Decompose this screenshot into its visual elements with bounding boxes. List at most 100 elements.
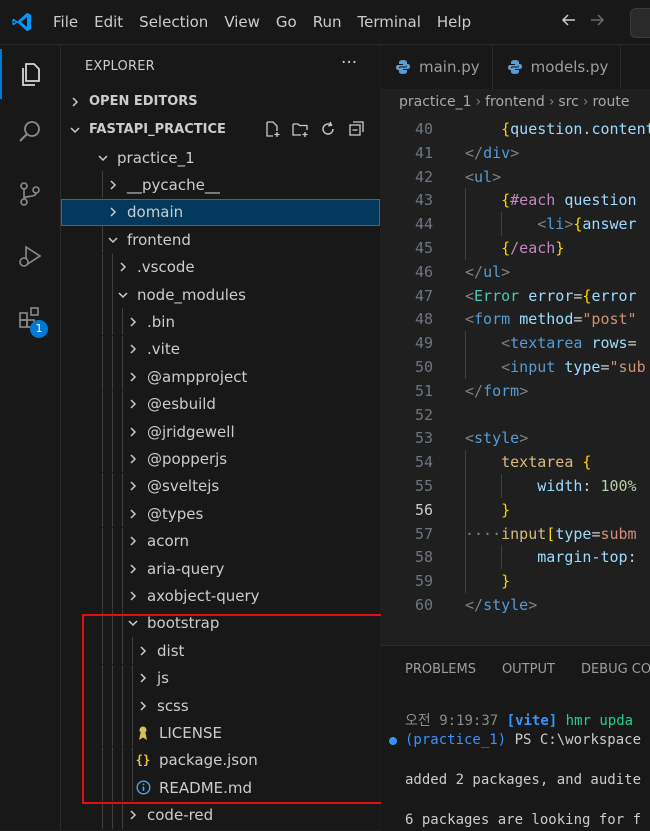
terminal-message: hmr upda	[565, 713, 634, 729]
tree-item[interactable]: @popperjs	[61, 445, 380, 473]
code-text: <ul>	[465, 167, 502, 186]
code-text: {question.content	[501, 120, 650, 138]
tree-item[interactable]: .vite	[61, 335, 380, 363]
tree-item[interactable]: @esbuild	[61, 390, 380, 418]
terminal-line: added 2 packages, and audite	[405, 772, 642, 788]
tree-item[interactable]: LICENSE	[61, 719, 380, 747]
tree-item[interactable]: @types	[61, 500, 380, 528]
refresh-icon[interactable]	[319, 120, 337, 142]
tree-item[interactable]: bootstrap	[61, 609, 380, 637]
tree-item-label: @popperjs	[147, 449, 228, 468]
forward-arrow-icon[interactable]	[588, 11, 606, 33]
tree-item[interactable]: .vscode	[61, 253, 380, 281]
tree-item[interactable]: dist	[61, 637, 380, 665]
tab-debug-console[interactable]: DEBUG CO	[581, 662, 650, 677]
tree-item[interactable]: acorn	[61, 527, 380, 555]
tree-item[interactable]: domain	[61, 198, 380, 226]
chevron-right-icon	[125, 396, 141, 412]
vscode-logo-icon	[0, 0, 44, 44]
explorer-title: EXPLORER	[85, 59, 155, 74]
code-text: }	[501, 572, 511, 591]
menu-help[interactable]: Help	[429, 0, 479, 44]
tree-item-label: bootstrap	[147, 614, 220, 633]
line-number: 55	[414, 477, 433, 495]
workspace-section[interactable]: FASTAPI_PRACTICE	[61, 116, 380, 143]
terminal-env: (practice_1)	[405, 732, 507, 748]
menu-terminal[interactable]: Terminal	[350, 0, 429, 44]
code-text: <style>	[465, 429, 529, 448]
tree-item[interactable]: @sveltejs	[61, 472, 380, 500]
code-text: {/each}	[501, 239, 565, 257]
chevron-right-icon	[125, 807, 141, 823]
tree-item[interactable]: code-red	[61, 801, 380, 829]
code-line: 51 </form>	[381, 379, 650, 403]
tree-item-label: axobject-query	[147, 586, 260, 605]
tree-item[interactable]: practice_1	[61, 144, 380, 171]
tree-item-label: LICENSE	[159, 723, 222, 742]
tab-output[interactable]: OUTPUT	[502, 662, 555, 677]
tree-item[interactable]: axobject-query	[61, 582, 380, 610]
tree-item[interactable]: @ampproject	[61, 363, 380, 391]
tree-item[interactable]: aria-query	[61, 555, 380, 582]
code-line: 48 <form method="post"	[381, 307, 650, 331]
line-number: 43	[414, 191, 433, 210]
extensions-icon[interactable]: 1	[0, 293, 60, 343]
tree-item-label: practice_1	[117, 148, 195, 167]
tree-item[interactable]: @jridgewell	[61, 418, 380, 445]
chevron-right-icon	[125, 588, 141, 604]
tree-item-label: @sveltejs	[147, 477, 220, 496]
menu-selection[interactable]: Selection	[131, 0, 216, 44]
menu-file[interactable]: File	[44, 0, 86, 44]
explorer-header: EXPLORER ···	[61, 45, 380, 89]
json-icon: {}	[135, 753, 151, 768]
code-text: </style>	[465, 596, 538, 614]
tree-item[interactable]: __pycache__	[61, 171, 380, 199]
open-editors-section[interactable]: OPEN EDITORS	[61, 88, 380, 115]
license-icon	[135, 725, 151, 741]
new-folder-icon[interactable]	[291, 120, 309, 142]
chevron-right-icon	[135, 643, 151, 659]
code-line: 45 {/each}	[381, 236, 650, 260]
chevron-right-icon	[105, 177, 121, 193]
code-line: 57 ····input[type=subm	[381, 521, 650, 546]
tree-item[interactable]: README.md	[61, 774, 380, 802]
new-file-icon[interactable]	[263, 120, 281, 142]
tree-item[interactable]: node_modules	[61, 281, 380, 308]
command-center[interactable]	[630, 8, 650, 38]
nav-arrows	[560, 0, 606, 44]
collapse-all-icon[interactable]	[347, 120, 365, 142]
tree-item-label: @types	[147, 504, 204, 523]
run-debug-icon[interactable]	[0, 231, 60, 281]
source-control-icon[interactable]	[0, 169, 60, 219]
menu-view[interactable]: View	[216, 0, 268, 44]
back-arrow-icon[interactable]	[560, 11, 578, 33]
tab-models-py[interactable]: models.py	[493, 45, 622, 89]
code-line: 53 <style>	[381, 426, 650, 450]
code-text: }	[501, 500, 511, 519]
menu-edit[interactable]: Edit	[86, 0, 131, 44]
menu-run[interactable]: Run	[305, 0, 350, 44]
menu-go[interactable]: Go	[268, 0, 305, 44]
explorer-files-icon[interactable]	[0, 49, 60, 99]
more-actions-icon[interactable]: ···	[341, 53, 357, 73]
tree-item-label: .vscode	[137, 258, 195, 277]
chevron-right-icon	[125, 369, 141, 385]
search-icon[interactable]	[0, 107, 60, 157]
tree-item[interactable]: js	[61, 664, 380, 692]
code-text: <textarea rows=	[501, 334, 637, 353]
tree-item-label: .vite	[147, 340, 180, 359]
chevron-right-icon	[105, 204, 121, 220]
terminal-line: 6 packages are looking for f	[405, 812, 642, 828]
tree-item[interactable]: scss	[61, 692, 380, 719]
tree-item[interactable]: .bin	[61, 308, 380, 336]
tab-problems[interactable]: PROBLEMS	[405, 662, 476, 677]
chevron-right-icon	[125, 424, 141, 440]
tree-item[interactable]: frontend	[61, 226, 380, 254]
tab-label: main.py	[419, 58, 480, 76]
tree-item[interactable]: {} package.json	[61, 746, 380, 774]
code-line: 47 <Error error={error	[381, 284, 650, 308]
line-number: 40	[414, 120, 433, 138]
line-number: 53	[414, 429, 433, 448]
tree-item-label: js	[157, 669, 169, 688]
tab-main-py[interactable]: main.py	[381, 45, 493, 89]
